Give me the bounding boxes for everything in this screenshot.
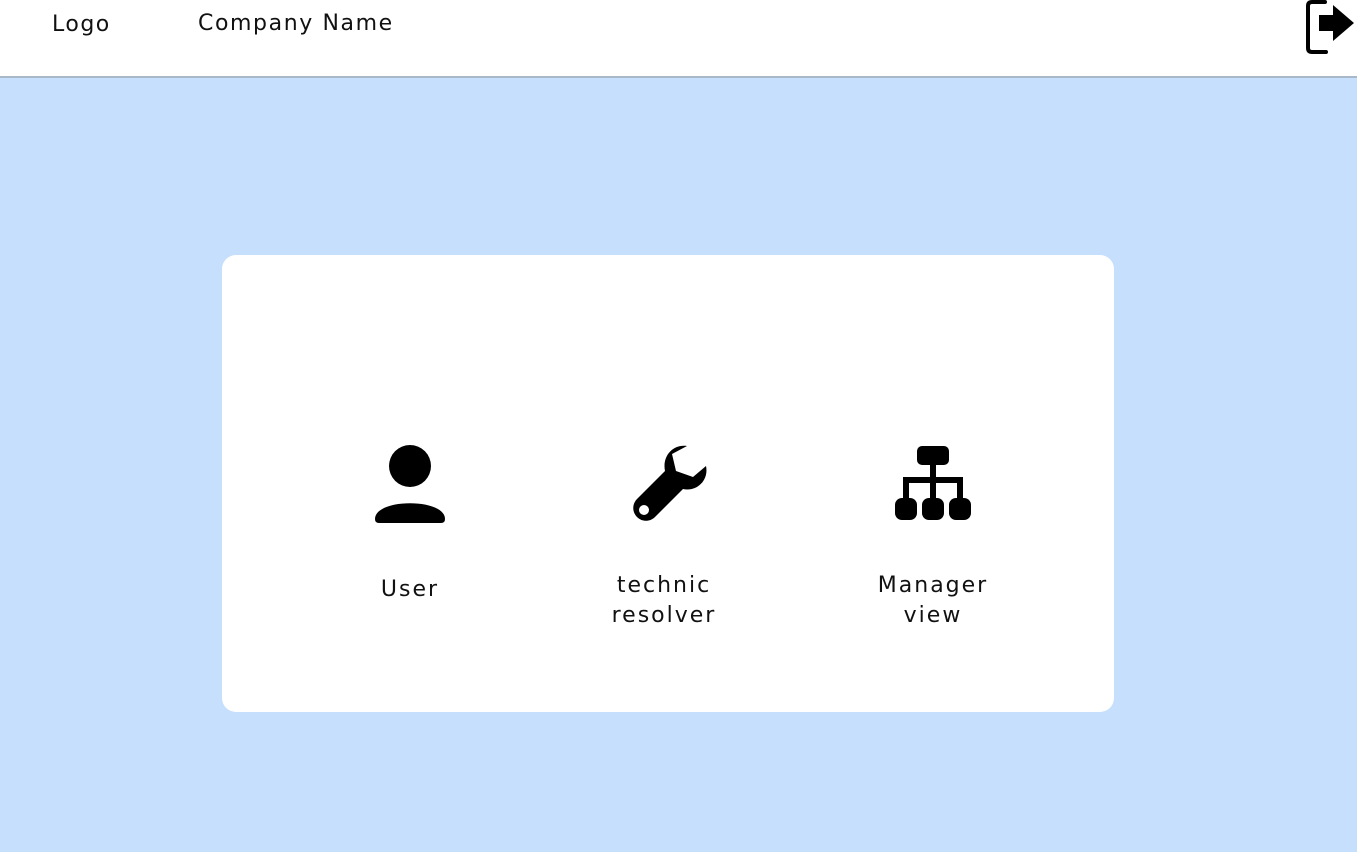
top-navigation-bar: Logo Company Name (0, 0, 1357, 78)
role-option-user[interactable]: User (330, 440, 490, 605)
user-icon (375, 445, 445, 523)
role-option-manager-view[interactable]: Manager view (853, 440, 1013, 631)
role-selection-card: User technic resolver Manager view (222, 255, 1114, 712)
logout-icon (1306, 0, 1354, 54)
org-chart-icon (895, 446, 971, 520)
role-option-technic-resolver[interactable]: technic resolver (584, 440, 744, 631)
logo: Logo (52, 12, 111, 37)
role-label-technic-resolver: technic resolver (611, 573, 717, 628)
wrench-icon (633, 445, 707, 521)
role-label-user: User (380, 577, 440, 602)
logout-button[interactable] (1298, 0, 1356, 56)
company-name: Company Name (198, 11, 394, 36)
role-label-manager-view: Manager view (877, 573, 989, 628)
